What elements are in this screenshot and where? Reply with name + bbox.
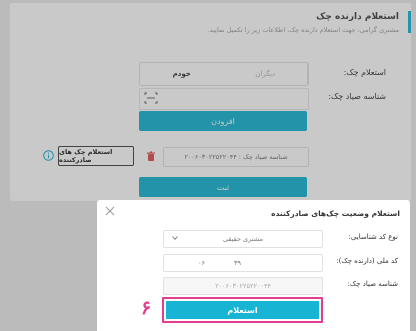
modal-sayad-field: ۲۰۰۶۰۳۰۲۲۵۲۲۰۰۴۴ (163, 277, 323, 295)
national-id-label: کد ملی (دارنده چک): (336, 257, 398, 265)
step-number-annotation: ۶ (141, 297, 152, 319)
id-type-select[interactable]: مشتری حقیقی (163, 230, 323, 248)
id-type-label: نوع کد شناسایی: (348, 233, 398, 241)
id-type-value: مشتری حقیقی (223, 235, 263, 243)
national-id-input[interactable]: ۳۹ ۰۶ (163, 254, 323, 272)
inquiry-button[interactable]: استعلام (166, 301, 319, 319)
chevron-down-icon (172, 236, 178, 240)
modal-sayad-label: شناسه صیاد چک: (347, 280, 398, 288)
issuer-check-status-modal: استعلام وضعیت چک‌های صادرکننده نوع کد شن… (97, 200, 410, 331)
national-id-part-2: ۰۶ (198, 259, 205, 267)
modal-title: استعلام وضعیت چک‌های صادرکننده (271, 209, 400, 218)
close-icon[interactable] (105, 206, 115, 216)
national-id-part-1: ۳۹ (234, 259, 241, 267)
